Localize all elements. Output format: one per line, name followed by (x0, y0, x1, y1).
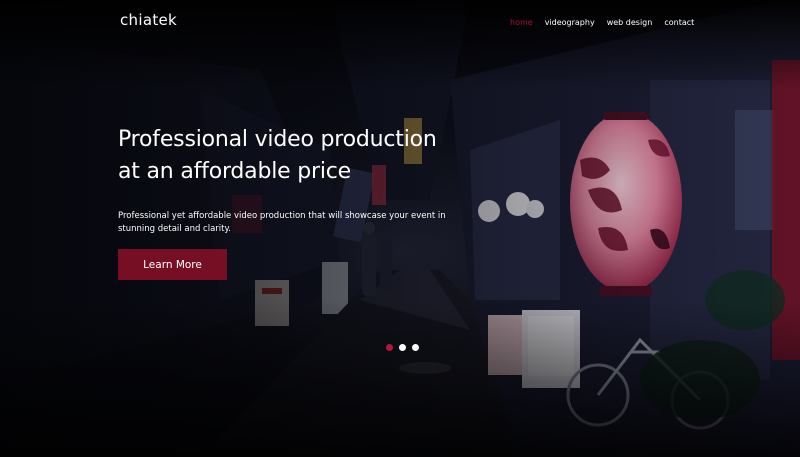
hero-content: Professional video production at an affo… (118, 124, 478, 236)
hero-title-line-1: Professional video production (118, 127, 437, 152)
slider-dot-2[interactable] (399, 344, 406, 351)
hero-title-line-2: at an affordable price (118, 159, 352, 184)
nav-link-videography[interactable]: videography (545, 18, 595, 27)
slider-dot-1[interactable] (386, 344, 393, 351)
top-navbar: chiatek home videography web design cont… (0, 0, 800, 46)
brand-logo[interactable]: chiatek (120, 11, 177, 29)
nav-link-web-design[interactable]: web design (607, 18, 653, 27)
learn-more-button[interactable]: Learn More (118, 249, 227, 280)
slider-dot-3[interactable] (412, 344, 419, 351)
hero-section: chiatek home videography web design cont… (0, 0, 800, 457)
main-nav: home videography web design contact (510, 18, 706, 27)
hero-subtitle: Professional yet affordable video produc… (118, 211, 446, 234)
hero-title: Professional video production at an affo… (118, 124, 478, 188)
nav-link-home[interactable]: home (510, 18, 533, 27)
slider-dots (386, 344, 419, 351)
nav-link-contact[interactable]: contact (664, 18, 694, 27)
